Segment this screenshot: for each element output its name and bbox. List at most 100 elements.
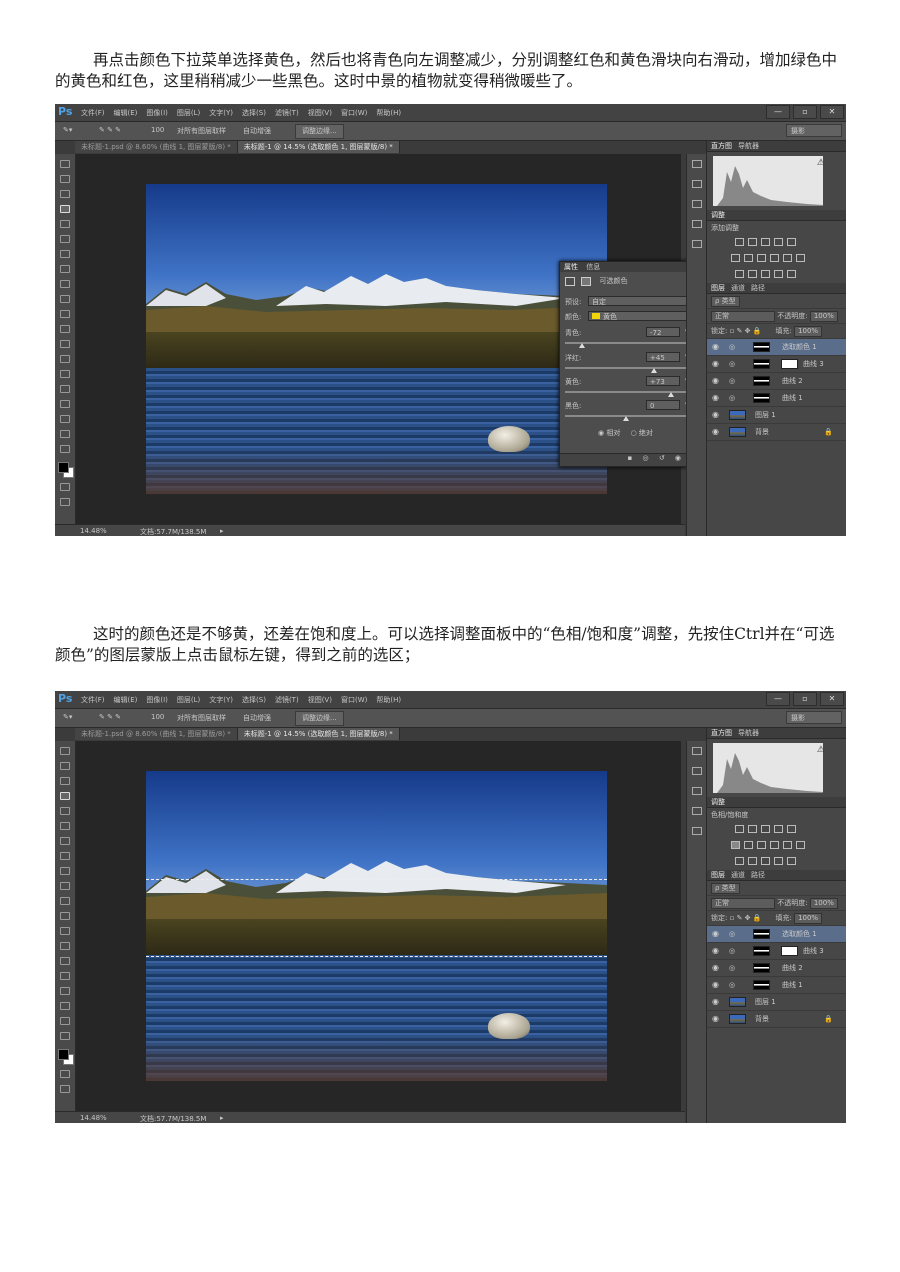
magenta-slider[interactable] <box>565 367 687 373</box>
layer-name[interactable]: 选取颜色 1 <box>782 339 817 355</box>
close-button[interactable]: ✕ <box>820 105 844 119</box>
fill-field[interactable]: 100% <box>794 325 823 337</box>
healing-tool-icon[interactable] <box>60 250 70 258</box>
layer-mask-thumbnail-2[interactable] <box>781 946 798 956</box>
layer-row[interactable]: ◉ ◎ 选取颜色 1 <box>707 339 846 356</box>
layer-row[interactable]: ◉ ◎ 曲线 1 <box>707 977 846 994</box>
info-icon[interactable] <box>691 240 702 248</box>
menu-filter[interactable]: 滤镜(T) <box>275 109 299 117</box>
visibility-eye-icon[interactable]: ◉ <box>712 373 719 389</box>
gradient-tool-icon[interactable] <box>60 912 70 920</box>
tab-adjust[interactable]: 调整 <box>711 798 725 806</box>
layer-name[interactable]: 曲线 2 <box>782 373 803 389</box>
tab-histogram[interactable]: 直方图 <box>711 142 732 150</box>
stamp-tool-icon[interactable] <box>60 867 70 875</box>
brush-tool-icon[interactable] <box>60 265 70 273</box>
menu-type[interactable]: 文字(Y) <box>209 109 233 117</box>
tab-adjust[interactable]: 调整 <box>711 211 725 219</box>
quick-select-icon[interactable]: ✎▾ <box>63 713 72 721</box>
crop-tool-icon[interactable] <box>60 807 70 815</box>
auto-enhance-checkbox[interactable]: 自动增强 <box>243 713 271 723</box>
quick-select-icon[interactable]: ✎▾ <box>63 126 72 134</box>
lock-icons[interactable]: ▫ ✎ ✥ 🔒 <box>730 327 762 335</box>
magenta-knob[interactable] <box>651 368 658 373</box>
stamp-tool-icon[interactable] <box>60 280 70 288</box>
magenta-value[interactable]: +45 <box>646 352 680 362</box>
visibility-eye-icon[interactable]: ◉ <box>712 407 719 423</box>
brush-mode-icons[interactable]: ✎ ✎ ✎ <box>99 126 121 134</box>
warning-icon[interactable]: ⚠ <box>817 158 825 168</box>
cyan-knob[interactable] <box>579 343 586 348</box>
history-icon[interactable] <box>691 160 702 168</box>
type-tool-icon[interactable] <box>60 385 70 393</box>
color-swatches[interactable] <box>57 461 74 478</box>
status-arrow-icon[interactable]: ▸ <box>220 527 224 535</box>
path-select-icon[interactable] <box>60 987 70 995</box>
eraser-tool-icon[interactable] <box>60 897 70 905</box>
pen-tool-icon[interactable] <box>60 370 70 378</box>
color-swatches[interactable] <box>57 1048 74 1065</box>
zoom-level[interactable]: 14.48% <box>80 1114 107 1122</box>
brush-size[interactable]: 100 <box>151 713 164 721</box>
layer-name[interactable]: 曲线 3 <box>803 356 824 372</box>
dodge-tool-icon[interactable] <box>60 355 70 363</box>
menu-edit[interactable]: 编辑(E) <box>114 109 138 117</box>
layer-name[interactable]: 选取颜色 1 <box>782 926 817 942</box>
color-dropdown[interactable]: 黄色 <box>588 311 688 321</box>
layer-name[interactable]: 图层 1 <box>755 994 776 1010</box>
tab-navigator[interactable]: 导航器 <box>738 142 759 150</box>
eyedropper-tool-icon[interactable] <box>60 235 70 243</box>
maximize-button[interactable]: ▫ <box>793 692 817 706</box>
menu-view[interactable]: 视图(V) <box>308 696 332 704</box>
hand-tool-icon[interactable] <box>60 430 70 438</box>
eraser-tool-icon[interactable] <box>60 310 70 318</box>
yellow-value[interactable]: +73 <box>646 376 680 386</box>
zoom-tool-icon[interactable] <box>60 445 70 453</box>
menu-file[interactable]: 文件(F) <box>81 696 105 704</box>
lasso-tool-icon[interactable] <box>60 190 70 198</box>
tab-document-2[interactable]: 未标题-1 @ 14.5% (选取颜色 1, 图层蒙版/8) * <box>237 728 400 740</box>
zoom-level[interactable]: 14.48% <box>80 527 107 535</box>
blend-mode-select[interactable]: 正常 <box>711 897 775 909</box>
menu-window[interactable]: 窗口(W) <box>341 696 367 704</box>
workspace-select[interactable]: 摄影 <box>786 711 842 724</box>
brush-tool-icon[interactable] <box>60 852 70 860</box>
layer-mask-thumbnail[interactable] <box>753 393 770 403</box>
menu-type[interactable]: 文字(Y) <box>209 696 233 704</box>
menu-view[interactable]: 视图(V) <box>308 109 332 117</box>
layer-row[interactable]: ◉ ◎ 选取颜色 1 <box>707 926 846 943</box>
tab-layers[interactable]: 图层 <box>711 284 725 292</box>
menu-image[interactable]: 图像(I) <box>146 109 168 117</box>
crop-tool-icon[interactable] <box>60 220 70 228</box>
menu-select[interactable]: 选择(S) <box>242 109 266 117</box>
menu-filter[interactable]: 滤镜(T) <box>275 696 299 704</box>
layer-name[interactable]: 曲线 3 <box>803 943 824 959</box>
radio-absolute-icon[interactable]: ○ <box>631 429 637 437</box>
zoom-tool-icon[interactable] <box>60 1032 70 1040</box>
layer-row[interactable]: ◉ ◎ 曲线 1 <box>707 390 846 407</box>
layer-row[interactable]: ◉ ◎ 曲线 2 <box>707 373 846 390</box>
method-absolute[interactable]: 绝对 <box>639 429 653 437</box>
layer-row[interactable]: ◉ 背景 🔒 <box>707 1011 846 1028</box>
dodge-tool-icon[interactable] <box>60 942 70 950</box>
workspace-select[interactable]: 摄影 <box>786 124 842 137</box>
quick-mask-icon[interactable] <box>60 1070 70 1078</box>
history-brush-icon[interactable] <box>60 295 70 303</box>
layer-name[interactable]: 背景 <box>755 424 769 440</box>
layer-row[interactable]: ◉ ◎ 曲线 2 <box>707 960 846 977</box>
maximize-button[interactable]: ▫ <box>793 105 817 119</box>
brush-size[interactable]: 100 <box>151 126 164 134</box>
refine-edge-button[interactable]: 调整边缘... <box>295 711 344 726</box>
menu-layer[interactable]: 图层(L) <box>177 109 200 117</box>
visibility-eye-icon[interactable]: ◉ <box>712 926 719 942</box>
sample-all-layers-checkbox[interactable]: 对所有图层取样 <box>177 713 226 723</box>
actions-icon[interactable] <box>691 767 702 775</box>
canvas-area[interactable] <box>76 741 681 1111</box>
menu-image[interactable]: 图像(I) <box>146 696 168 704</box>
layer-mask-thumbnail[interactable] <box>753 342 770 352</box>
layer-kind-filter[interactable]: ρ 类型 <box>711 295 740 307</box>
canvas-area[interactable]: 属性 信息 可选颜色 预设: 自定 颜色: 黄色 青色: -72 % 洋红: +… <box>76 154 707 524</box>
history-icon[interactable] <box>691 747 702 755</box>
visibility-eye-icon[interactable]: ◉ <box>712 424 719 440</box>
char-icon[interactable] <box>691 787 702 795</box>
